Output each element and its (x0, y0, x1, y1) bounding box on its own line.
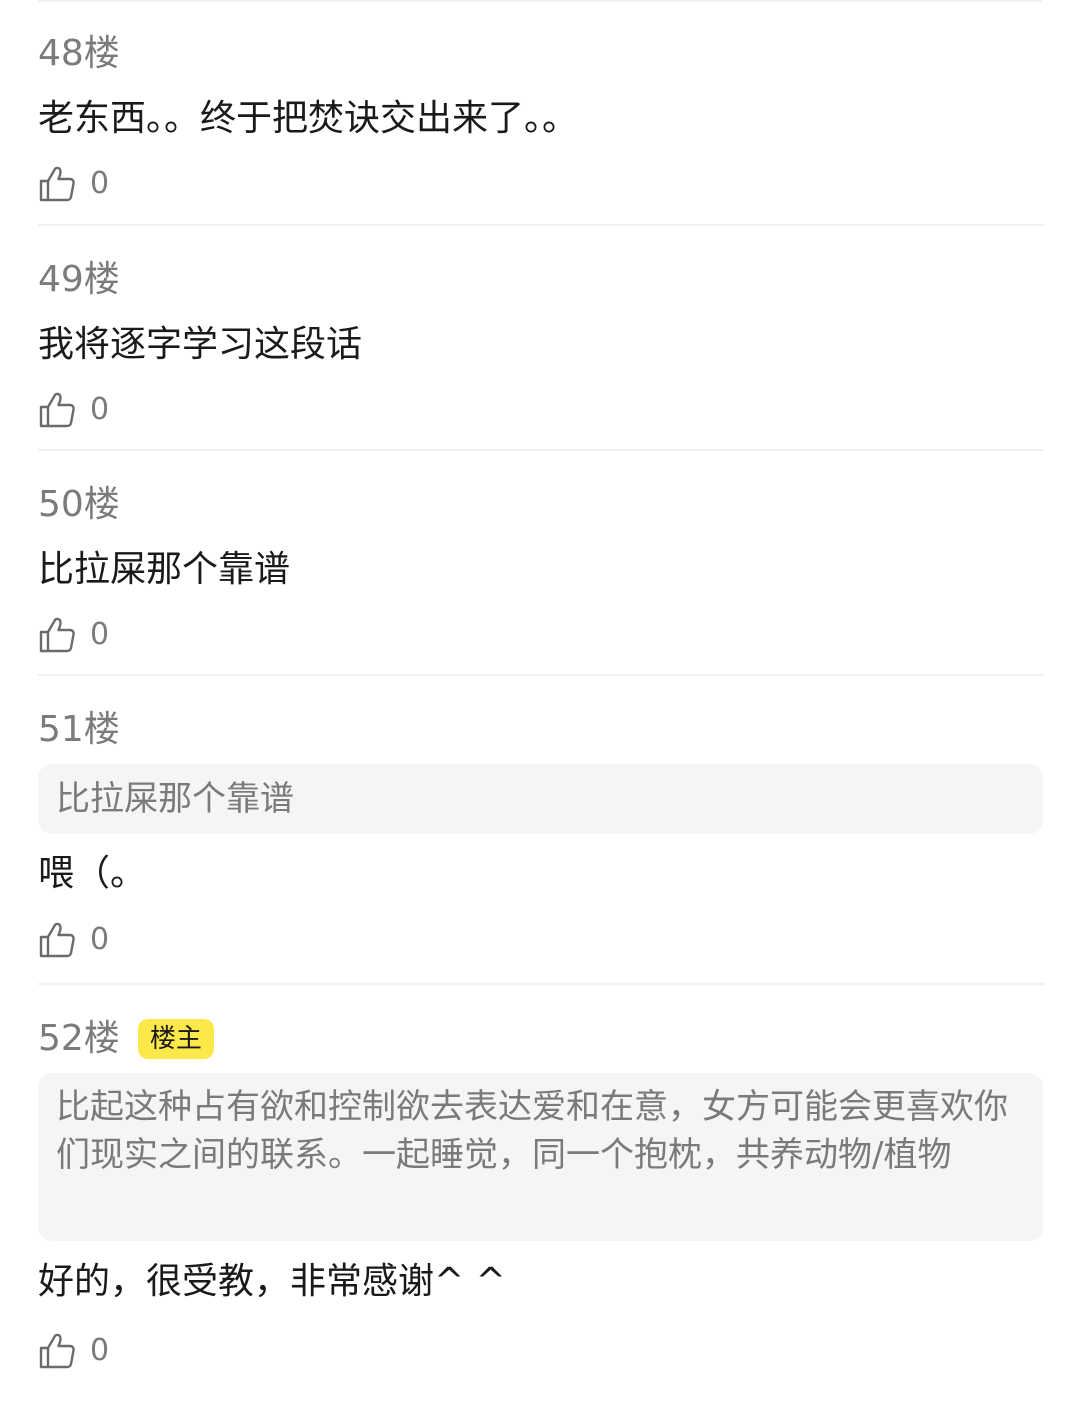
quoted-reply[interactable]: 比拉屎那个靠谱 (38, 764, 1043, 834)
floor-row: 49楼 (38, 256, 120, 304)
like-count: 0 (90, 166, 110, 201)
thumbs-up-icon[interactable] (38, 391, 76, 429)
floor-number: 51楼 (38, 709, 120, 750)
floor-row: 48楼 (38, 30, 120, 78)
comment-text: 比拉屎那个靠谱 (38, 549, 291, 590)
thumbs-up-icon[interactable] (38, 1332, 76, 1370)
comment-item: 52楼 楼主 比起这种占有欲和控制欲去表达爱和在意，女方可能会更喜欢你们现实之间… (38, 985, 1044, 1405)
like-count: 0 (90, 392, 110, 427)
comment-item: 49楼 我将逐字学习这段话 0 (38, 226, 1044, 451)
op-badge: 楼主 (137, 1019, 214, 1059)
comment-text: 老东西。。终于把焚诀交出来了。。 (38, 98, 579, 139)
like-button[interactable]: 0 (38, 615, 109, 655)
like-button[interactable]: 0 (38, 1331, 109, 1371)
floor-row: 52楼 楼主 (38, 1015, 214, 1063)
floor-row: 50楼 (38, 481, 120, 529)
floor-number: 48楼 (38, 33, 120, 74)
comment-list: 48楼 老东西。。终于把焚诀交出来了。。 0 49楼 我将逐字学习这段话 0 5… (38, 0, 1044, 1405)
comment-item: 48楼 老东西。。终于把焚诀交出来了。。 0 (38, 0, 1044, 226)
quoted-reply[interactable]: 比起这种占有欲和控制欲去表达爱和在意，女方可能会更喜欢你们现实之间的联系。一起睡… (38, 1073, 1043, 1241)
comment-item: 51楼 比拉屎那个靠谱 喂（。 0 (38, 676, 1044, 985)
floor-number: 52楼 (38, 1018, 120, 1059)
floor-number: 49楼 (38, 259, 120, 300)
comment-text: 好的，很受教，非常感谢^ ^ (38, 1261, 506, 1302)
floor-number: 50楼 (38, 484, 120, 525)
comment-item: 50楼 比拉屎那个靠谱 0 (38, 451, 1044, 676)
thumbs-up-icon[interactable] (38, 616, 76, 654)
like-count: 0 (90, 617, 110, 652)
like-button[interactable]: 0 (38, 390, 109, 430)
thumbs-up-icon[interactable] (38, 921, 76, 959)
floor-row: 51楼 (38, 706, 120, 754)
like-count: 0 (90, 1333, 110, 1368)
like-button[interactable]: 0 (38, 920, 109, 960)
comment-text: 我将逐字学习这段话 (38, 324, 363, 365)
like-button[interactable]: 0 (38, 164, 109, 204)
thumbs-up-icon[interactable] (38, 165, 76, 203)
like-count: 0 (90, 922, 110, 957)
comment-text: 喂（。 (38, 853, 147, 894)
